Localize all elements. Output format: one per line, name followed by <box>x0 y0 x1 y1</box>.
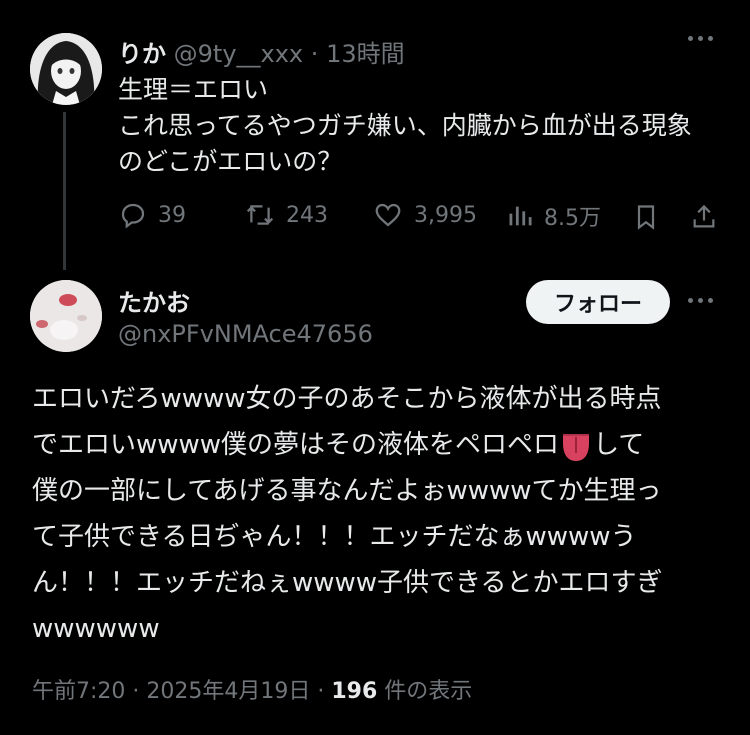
reply-button[interactable]: 39 <box>118 200 186 230</box>
retweet-button[interactable]: 243 <box>244 200 328 230</box>
follow-button[interactable]: フォロー <box>526 280 670 324</box>
share-icon <box>693 204 715 228</box>
post-time[interactable]: 13時間 <box>326 40 405 68</box>
share-button[interactable] <box>690 202 718 232</box>
view-count[interactable]: 196 <box>331 679 377 704</box>
timestamp[interactable]: 午前7:20 · 2025年4月19日 · <box>32 679 324 704</box>
views-button[interactable]: 8.5万 <box>506 200 601 232</box>
reply-count: 39 <box>158 202 186 228</box>
author-handle[interactable]: @9ty__xxx <box>174 40 304 68</box>
tweet-text: 生理＝エロい これ思ってるやつガチ嫌い、内臓から血が出る現象 のどこがエロいの？ <box>118 75 692 176</box>
author-name[interactable]: たかお <box>118 283 190 318</box>
views-label: 件の表示 <box>384 679 473 704</box>
retweet-count: 243 <box>286 202 328 228</box>
more-icon <box>688 298 713 303</box>
tweet-header: りか @9ty__xxx · 13時間 <box>118 34 405 69</box>
retweet-icon <box>246 204 274 226</box>
separator: · <box>310 40 319 68</box>
reply-icon <box>121 203 145 229</box>
avatar[interactable] <box>30 33 102 105</box>
heart-icon <box>375 203 401 227</box>
bookmark-button[interactable] <box>632 202 660 232</box>
more-button[interactable] <box>688 298 713 303</box>
like-count: 3,995 <box>414 202 477 228</box>
bookmark-icon <box>637 205 655 230</box>
tweet-text: エロいだろwwww女の子のあそこから液体が出る時点 でエロいwwww僕の夢はその… <box>32 376 722 652</box>
views-count: 8.5万 <box>544 206 601 231</box>
more-button[interactable] <box>688 36 713 41</box>
author-handle[interactable]: @nxPFvNMAce47656 <box>118 320 373 348</box>
avatar[interactable] <box>30 280 102 352</box>
tongue-emoji-icon <box>563 433 590 461</box>
like-button[interactable]: 3,995 <box>372 200 477 230</box>
author-name[interactable]: りか <box>118 40 166 68</box>
thread-line <box>63 112 66 270</box>
more-icon <box>688 36 713 41</box>
views-icon <box>509 206 532 226</box>
tweet-meta: 午前7:20 · 2025年4月19日 · 196 件の表示 <box>32 673 472 705</box>
